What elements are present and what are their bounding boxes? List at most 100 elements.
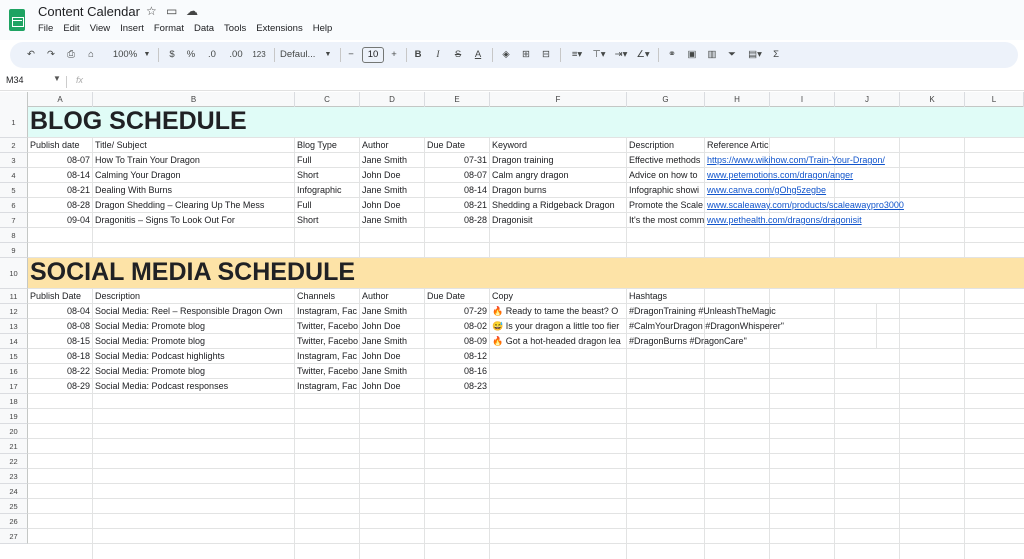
cell[interactable]: 08-21 xyxy=(28,183,93,197)
column-header-b[interactable]: B xyxy=(93,92,295,107)
row-header[interactable]: 17 xyxy=(0,379,28,394)
menu-item-help[interactable]: Help xyxy=(313,23,333,37)
cell[interactable]: Twitter, Facebo xyxy=(295,364,360,378)
menu-item-format[interactable]: Format xyxy=(154,23,184,37)
filter-views-icon[interactable]: ▤▾ xyxy=(746,42,764,68)
cell[interactable]: 08-14 xyxy=(425,183,490,197)
cell[interactable]: Calm angry dragon xyxy=(490,168,627,182)
cell[interactable]: Social Media: Promote blog xyxy=(93,334,295,348)
cell[interactable]: Dragon Shedding – Clearing Up The Mess xyxy=(93,198,295,212)
row-header[interactable]: 24 xyxy=(0,484,28,499)
column-label[interactable]: Description xyxy=(93,289,295,303)
row-header[interactable]: 13 xyxy=(0,319,28,334)
functions-button[interactable]: Σ xyxy=(770,42,782,68)
menu-item-tools[interactable]: Tools xyxy=(224,23,246,37)
row-header[interactable]: 20 xyxy=(0,424,28,439)
column-label[interactable]: Copy xyxy=(490,289,627,303)
column-header-a[interactable]: A xyxy=(28,92,93,107)
filter-icon[interactable]: ⏷ xyxy=(726,42,738,68)
row-header[interactable]: 25 xyxy=(0,499,28,514)
cell[interactable]: Dragon training xyxy=(490,153,627,167)
column-header-i[interactable]: I xyxy=(770,92,835,107)
insert-chart-icon[interactable]: ▥ xyxy=(706,42,718,68)
cell[interactable]: Social Media: Reel – Responsible Dragon … xyxy=(93,304,295,318)
menu-item-data[interactable]: Data xyxy=(194,23,214,37)
text-wrap-icon[interactable]: ⇥▾ xyxy=(612,42,630,68)
row-header[interactable]: 15 xyxy=(0,349,28,364)
horizontal-align-icon[interactable]: ≡▾ xyxy=(568,42,586,68)
sheet-grid[interactable]: ABCDEFGHIJKL 1 2 3 4 5 6 7 8 9 10 11 12 13 14 15 16 17 18… xyxy=(0,92,1024,559)
cell[interactable]: Social Media: Promote blog xyxy=(93,319,295,333)
document-title[interactable]: Content Calendar xyxy=(38,4,140,19)
cell[interactable]: 08-29 xyxy=(28,379,93,393)
paint-format-icon[interactable]: ⌂ xyxy=(84,42,98,68)
cell[interactable]: Short xyxy=(295,213,360,227)
cell[interactable]: Effective methods xyxy=(627,153,705,167)
cell[interactable]: Twitter, Facebo xyxy=(295,334,360,348)
percent-format-button[interactable]: % xyxy=(185,42,197,68)
cell[interactable]: Shedding a Ridgeback Dragon xyxy=(490,198,627,212)
column-label[interactable]: Author xyxy=(360,138,425,152)
more-formats-button[interactable]: 123 xyxy=(250,42,268,68)
font-select[interactable]: Defaul... xyxy=(280,42,324,68)
row-header[interactable]: 27 xyxy=(0,529,28,544)
row-header[interactable]: 22 xyxy=(0,454,28,469)
cell[interactable]: 08-09 xyxy=(425,334,490,348)
cell[interactable]: 07-31 xyxy=(425,153,490,167)
zoom-select[interactable]: 100% xyxy=(108,42,142,68)
row-header[interactable]: 4 xyxy=(0,168,28,183)
column-header-l[interactable]: L xyxy=(965,92,1024,107)
menu-item-file[interactable]: File xyxy=(38,23,53,37)
cell[interactable]: Jane Smith xyxy=(360,364,425,378)
cell[interactable]: 09-04 xyxy=(28,213,93,227)
row-header[interactable]: 10 xyxy=(0,258,28,289)
italic-button[interactable]: I xyxy=(432,42,444,68)
cell[interactable]: Jane Smith xyxy=(360,334,425,348)
cell[interactable]: 08-22 xyxy=(28,364,93,378)
row-header[interactable]: 9 xyxy=(0,243,28,258)
column-label[interactable]: Channels xyxy=(295,289,360,303)
cell[interactable]: Social Media: Podcast highlights xyxy=(93,349,295,363)
chevron-down-icon[interactable]: ▼ xyxy=(53,74,61,83)
vertical-align-icon[interactable]: ⊤▾ xyxy=(590,42,608,68)
cell[interactable]: John Doe xyxy=(360,319,425,333)
row-header[interactable]: 26 xyxy=(0,514,28,529)
cell[interactable]: 08-23 xyxy=(425,379,490,393)
font-size-increase-button[interactable]: + xyxy=(389,42,399,68)
cell[interactable]: It's the most comm xyxy=(627,213,705,227)
cell[interactable]: 08-14 xyxy=(28,168,93,182)
reference-link[interactable]: www.petemotions.com/dragon/anger xyxy=(705,168,1024,182)
cell[interactable]: 08-12 xyxy=(425,349,490,363)
cell[interactable]: Dragonisit xyxy=(490,213,627,227)
cell[interactable]: 08-07 xyxy=(28,153,93,167)
fill-color-icon[interactable]: ◈ xyxy=(500,42,512,68)
cell[interactable]: How To Train Your Dragon xyxy=(93,153,295,167)
column-label[interactable]: Publish Date xyxy=(28,289,93,303)
row-header[interactable]: 14 xyxy=(0,334,28,349)
cell[interactable]: 08-07 xyxy=(425,168,490,182)
cloud-status-icon[interactable]: ☁ xyxy=(186,4,198,18)
currency-format-button[interactable]: $ xyxy=(166,42,178,68)
increase-decimal-button[interactable]: .00 xyxy=(226,42,246,68)
cell[interactable]: 08-15 xyxy=(28,334,93,348)
row-header[interactable]: 1 xyxy=(0,107,28,138)
font-size-input[interactable]: 10 xyxy=(362,47,384,63)
column-label[interactable]: Publish date xyxy=(28,138,93,152)
column-label[interactable]: Description xyxy=(627,138,705,152)
cell[interactable]: John Doe xyxy=(360,379,425,393)
cell[interactable]: 08-28 xyxy=(425,213,490,227)
column-label[interactable]: Author xyxy=(360,289,425,303)
cell[interactable]: 07-29 xyxy=(425,304,490,318)
row-header[interactable]: 3 xyxy=(0,153,28,168)
column-label[interactable]: Hashtags xyxy=(627,289,705,303)
reference-link[interactable]: www.pethealth.com/dragons/dragonisit xyxy=(705,213,1024,227)
cell[interactable]: 08-21 xyxy=(425,198,490,212)
cell[interactable]: 08-04 xyxy=(28,304,93,318)
text-color-button[interactable]: A xyxy=(472,42,484,68)
menu-item-edit[interactable]: Edit xyxy=(63,23,79,37)
cell[interactable]: 08-08 xyxy=(28,319,93,333)
merge-cells-icon[interactable]: ⊟ xyxy=(540,42,552,68)
cell[interactable]: Infographic xyxy=(295,183,360,197)
sheets-logo-icon[interactable] xyxy=(9,9,25,31)
text-rotation-icon[interactable]: ∠▾ xyxy=(634,42,652,68)
